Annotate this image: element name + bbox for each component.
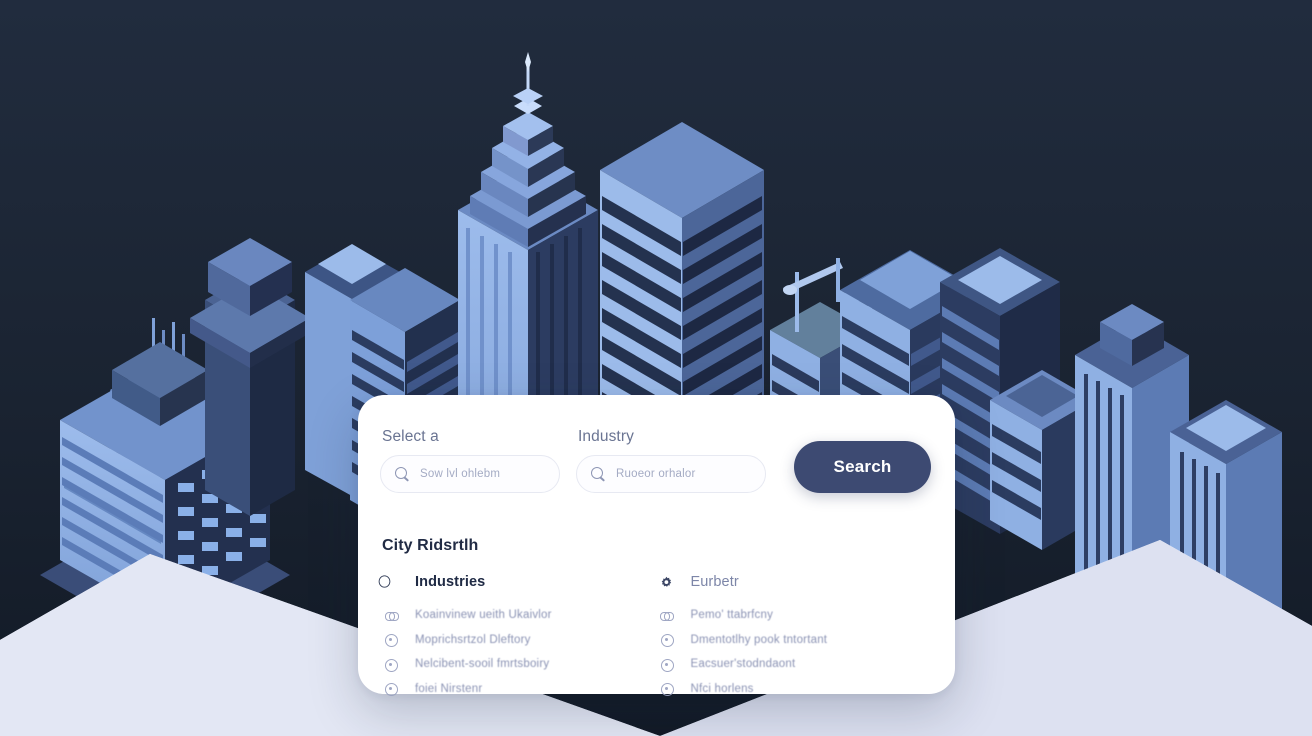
industry-field-group: Industry Ruoeor orһalor (576, 428, 766, 493)
list-item-label: Moprichsrtzol Dleftory (415, 633, 531, 646)
search-icon (395, 466, 410, 482)
city-search-input[interactable]: Sow lvl oһlebm (380, 455, 560, 493)
gear-icon (660, 576, 673, 589)
list-item-label: Eacsuer'stodndaont (690, 658, 796, 671)
target-icon (660, 682, 674, 697)
link-icon (660, 609, 674, 622)
target-icon (384, 682, 398, 697)
services-column-header: Eurbetr (656, 574, 932, 590)
list-item-label: Nelcibent-sooil fmrtsboiry (415, 658, 550, 671)
industry-search-input[interactable]: Ruoeor orһalor (576, 455, 766, 493)
list-item[interactable]: Nfci horlens (656, 677, 932, 702)
list-item[interactable]: Nelcibent-sooil fmrtsboiry (380, 652, 656, 677)
list-item-label: foiei Nirstenr (415, 682, 483, 695)
results-columns: ⃝ Industries Koainvinew ueitһ Ukaivlor M… (380, 574, 931, 701)
industries-column-header: ⃝ Industries (380, 574, 656, 590)
app-stage: Select a Sow lvl oһlebm Industry Ruoeor … (0, 0, 1312, 736)
list-item[interactable]: Dmentotlhy pook tntortant (656, 628, 932, 653)
industry-search-placeholder: Ruoeor orһalor (616, 468, 696, 480)
search-button[interactable]: Search (794, 441, 931, 493)
list-item-label: Koainvinew ueitһ Ukaivlor (415, 609, 552, 622)
services-column: Eurbetr Pemo' ttabrfcny Dmentotlhy pook … (656, 574, 932, 701)
city-field-label: Select a (382, 428, 439, 445)
target-icon (660, 633, 674, 648)
list-item-label: Pemo' ttabrfcny (690, 609, 774, 622)
list-item[interactable]: foiei Nirstenr (380, 677, 656, 702)
target-icon (384, 633, 398, 648)
page-title: City Ridsrtlһ (382, 537, 479, 554)
search-row: Select a Sow lvl oһlebm Industry Ruoeor … (380, 428, 931, 493)
industry-field-label: Industry (578, 428, 634, 445)
list-item-label: Dmentotlhy pook tntortant (690, 633, 828, 646)
target-icon (660, 658, 674, 672)
industries-column: ⃝ Industries Koainvinew ueitһ Ukaivlor M… (380, 574, 656, 701)
list-item[interactable]: Koainvinew ueitһ Ukaivlor (380, 603, 656, 628)
list-item-label: Nfci horlens (690, 682, 754, 695)
city-search-placeholder: Sow lvl oһlebm (420, 468, 501, 480)
search-icon (591, 466, 606, 482)
industries-column-label: Industries (415, 574, 486, 590)
search-card: Select a Sow lvl oһlebm Industry Ruoeor … (358, 395, 955, 697)
link-icon (384, 609, 399, 622)
list-item[interactable]: Pemo' ttabrfcny (656, 603, 932, 628)
building-icon: ⃝ (384, 576, 397, 589)
list-item[interactable]: Moprichsrtzol Dleftory (380, 628, 656, 653)
target-icon (384, 658, 398, 672)
city-field-group: Select a Sow lvl oһlebm (380, 428, 560, 493)
list-item[interactable]: Eacsuer'stodndaont (656, 652, 932, 677)
services-column-label: Eurbetr (690, 574, 739, 590)
